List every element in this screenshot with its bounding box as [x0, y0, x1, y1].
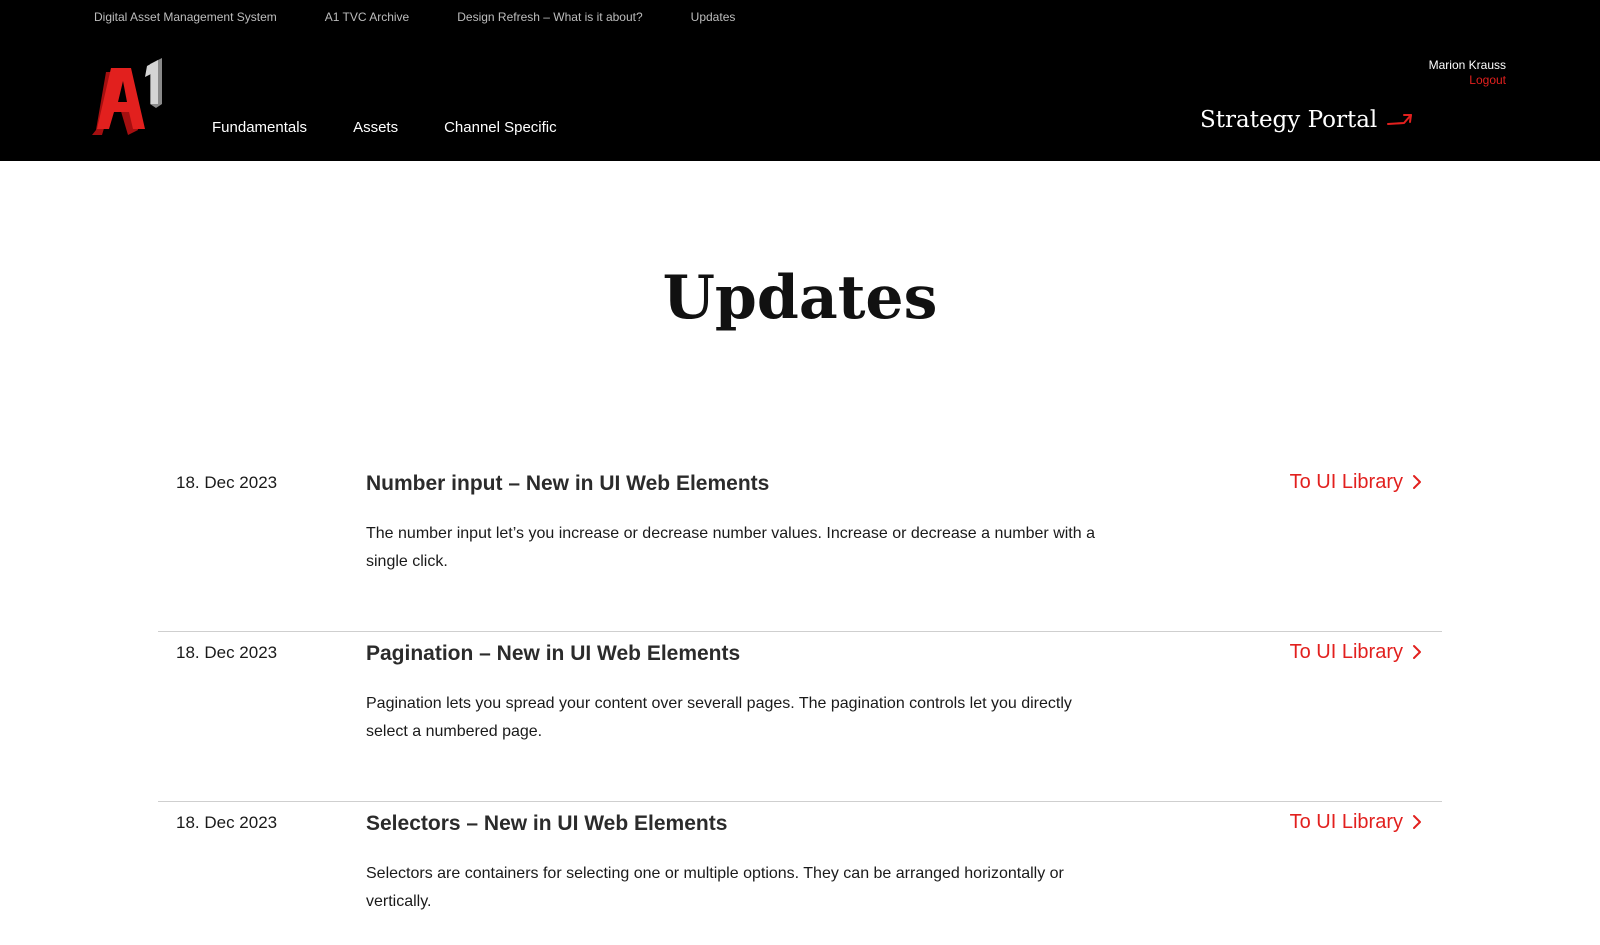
update-title: Number input – New in UI Web Elements — [366, 472, 770, 495]
a1-logo[interactable] — [92, 56, 174, 140]
to-ui-library-label: To UI Library — [1289, 811, 1403, 833]
top-nav-tvc-archive[interactable]: A1 TVC Archive — [325, 10, 409, 24]
to-ui-library-link[interactable]: To UI Library — [1290, 810, 1422, 834]
main-nav-channel-specific[interactable]: Channel Specific — [444, 119, 557, 137]
update-title: Pagination – New in UI Web Elements — [366, 642, 741, 665]
top-nav-dam[interactable]: Digital Asset Management System — [94, 10, 277, 24]
update-description: Pagination lets you spread your content … — [366, 695, 1072, 740]
main-nav-assets[interactable]: Assets — [353, 119, 398, 137]
top-nav-updates[interactable]: Updates — [691, 10, 736, 24]
user-name: Marion Krauss — [1428, 58, 1506, 72]
update-item: 18. Dec 2023 Selectors – New in UI Web E… — [158, 802, 1442, 945]
update-title: Selectors – New in UI Web Elements — [366, 812, 728, 835]
strategy-portal-link[interactable]: Strategy Portal — [1200, 106, 1413, 134]
to-ui-library-label: To UI Library — [1289, 471, 1403, 493]
update-item: 18. Dec 2023 Pagination – New in UI Web … — [158, 632, 1442, 802]
site-header: Digital Asset Management System A1 TVC A… — [0, 0, 1600, 161]
to-ui-library-label: To UI Library — [1289, 641, 1403, 663]
update-description: Selectors are containers for selecting o… — [366, 865, 1064, 910]
chevron-right-icon — [1413, 815, 1421, 829]
arrow-up-right-icon — [1387, 114, 1413, 125]
to-ui-library-link[interactable]: To UI Library — [1290, 470, 1422, 494]
update-date: 18. Dec 2023 — [176, 813, 278, 832]
update-date: 18. Dec 2023 — [176, 643, 278, 662]
a1-logo-icon — [92, 58, 162, 135]
update-item: 18. Dec 2023 Number input – New in UI We… — [158, 462, 1442, 632]
update-description: The number input let’s you increase or d… — [366, 525, 1095, 570]
chevron-right-icon — [1413, 475, 1421, 489]
strategy-portal-label: Strategy Portal — [1200, 107, 1378, 133]
top-nav: Digital Asset Management System A1 TVC A… — [94, 10, 783, 24]
main-nav: Fundamentals Assets Channel Specific — [212, 119, 603, 137]
page-title: Updates — [662, 263, 938, 333]
update-date: 18. Dec 2023 — [176, 473, 278, 492]
chevron-right-icon — [1413, 645, 1421, 659]
user-menu: Marion Krauss Logout — [1429, 58, 1506, 88]
to-ui-library-link[interactable]: To UI Library — [1290, 640, 1422, 664]
logout-link[interactable]: Logout — [1429, 73, 1506, 88]
main-nav-fundamentals[interactable]: Fundamentals — [212, 119, 307, 137]
updates-list: 18. Dec 2023 Number input – New in UI We… — [158, 462, 1442, 945]
top-nav-design-refresh[interactable]: Design Refresh – What is it about? — [457, 10, 642, 24]
